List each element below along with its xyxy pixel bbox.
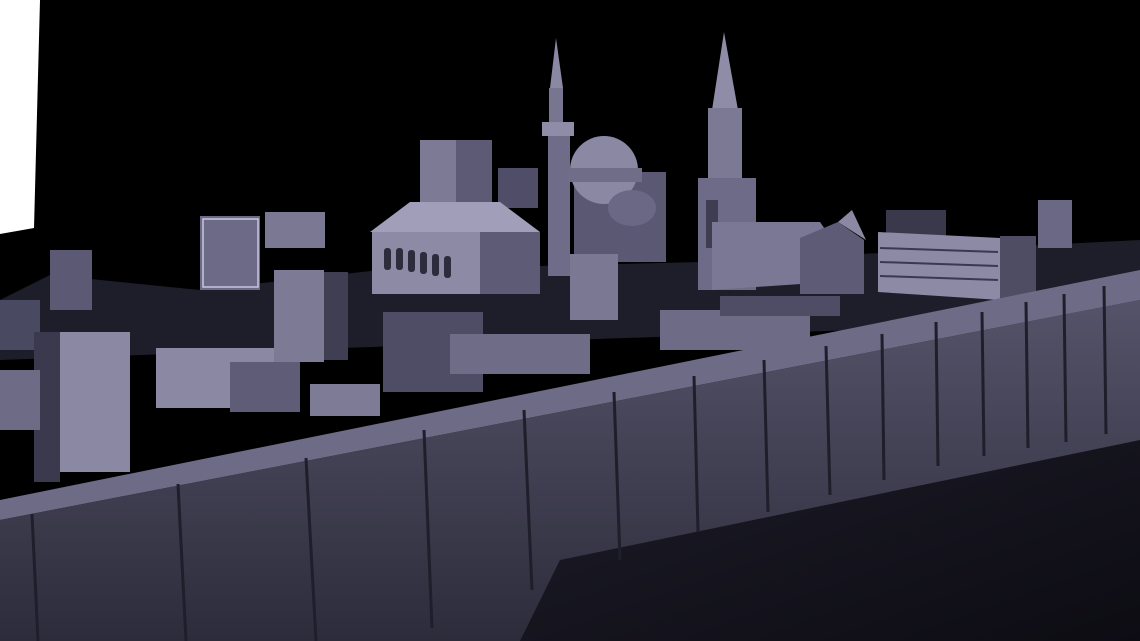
arched-hall (370, 202, 540, 294)
city-render-scene (0, 0, 1140, 641)
office-block (878, 232, 1036, 300)
light-panel (0, 0, 40, 234)
